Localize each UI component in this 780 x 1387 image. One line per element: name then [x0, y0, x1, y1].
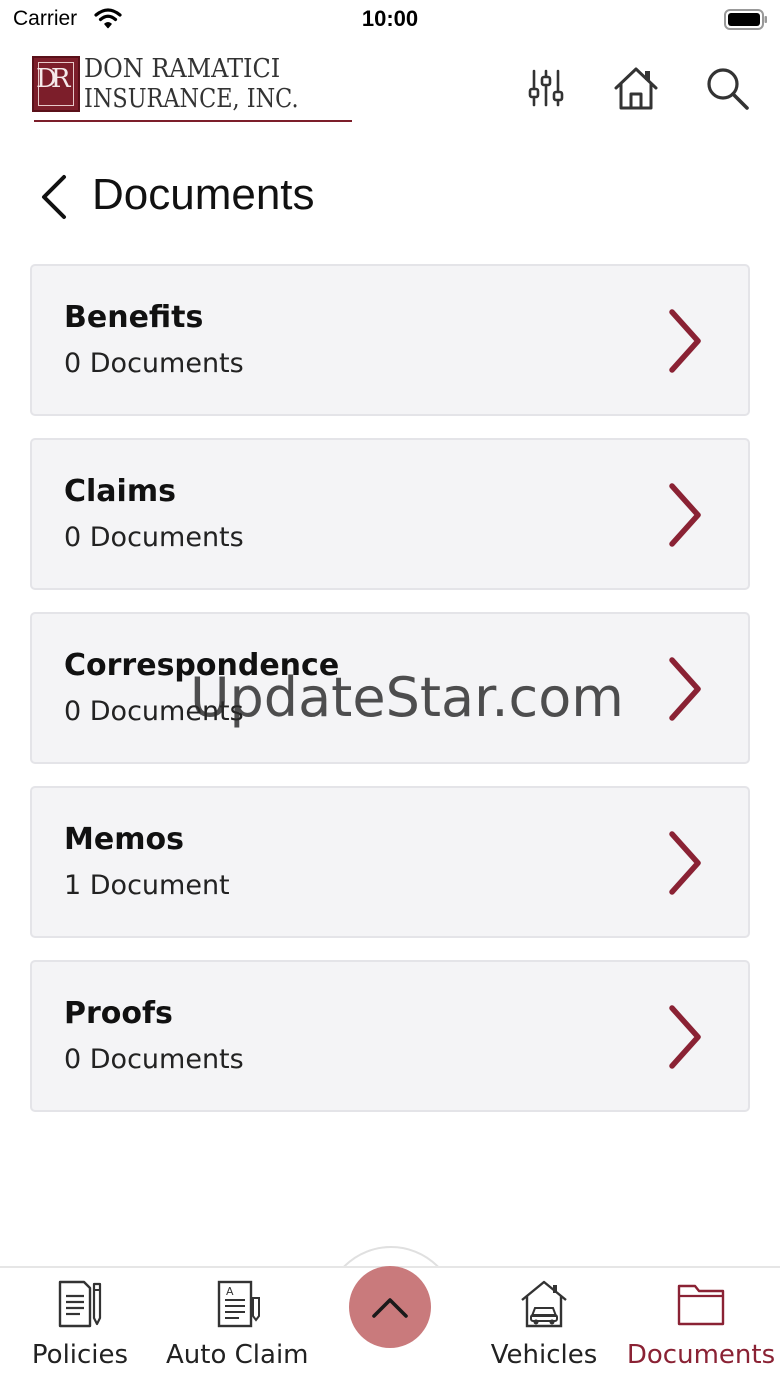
- app-header: DR DON RAMATICI INSURANCE, INC.: [0, 44, 780, 134]
- expand-menu-button[interactable]: [349, 1266, 431, 1348]
- home-button[interactable]: [612, 64, 660, 112]
- tab-label: Policies: [31, 1340, 129, 1370]
- chevron-right-icon: [669, 1005, 701, 1069]
- category-name: Memos: [64, 822, 184, 857]
- chevron-right-icon: [669, 483, 701, 547]
- tab-policies[interactable]: Policies: [24, 1278, 136, 1386]
- filter-button[interactable]: [522, 64, 570, 112]
- document-category-memos[interactable]: Memos 1 Document: [30, 786, 750, 938]
- category-name: Benefits: [64, 300, 204, 335]
- sliders-icon: [528, 69, 564, 107]
- tab-label: Documents: [626, 1340, 776, 1370]
- logo-monogram-box: DR: [32, 56, 80, 112]
- category-name: Proofs: [64, 996, 173, 1031]
- watermark-text: UpdateStar.com: [190, 666, 624, 729]
- tab-label: Auto Claim: [166, 1340, 309, 1370]
- policy-document-icon: [58, 1280, 102, 1328]
- tab-documents[interactable]: Documents: [626, 1278, 776, 1386]
- chevron-right-icon: [669, 309, 701, 373]
- company-logo[interactable]: DR DON RAMATICI INSURANCE, INC.: [32, 54, 372, 126]
- tab-auto-claim[interactable]: A Auto Claim: [166, 1278, 309, 1386]
- document-category-benefits[interactable]: Benefits 0 Documents: [30, 264, 750, 416]
- status-bar: Carrier 10:00: [0, 0, 780, 40]
- battery-icon: [724, 9, 767, 30]
- category-count: 0 Documents: [64, 1044, 244, 1075]
- chevron-right-icon: [669, 657, 701, 721]
- document-category-proofs[interactable]: Proofs 0 Documents: [30, 960, 750, 1112]
- tab-label: Vehicles: [490, 1340, 598, 1370]
- clock: 10:00: [361, 6, 419, 31]
- logo-underline: [34, 120, 352, 122]
- logo-name-line2: INSURANCE, INC.: [84, 84, 299, 114]
- chevron-right-icon: [669, 831, 701, 895]
- search-button[interactable]: [703, 64, 751, 112]
- page-title: Documents: [92, 170, 315, 219]
- claim-form-icon: A: [217, 1280, 260, 1328]
- document-category-claims[interactable]: Claims 0 Documents: [30, 438, 750, 590]
- title-row: Documents: [0, 160, 780, 236]
- tab-vehicles[interactable]: Vehicles: [488, 1278, 600, 1386]
- category-count: 0 Documents: [64, 348, 244, 379]
- category-count: 0 Documents: [64, 522, 244, 553]
- home-icon: [614, 67, 658, 110]
- folder-icon: [677, 1284, 725, 1326]
- category-name: Claims: [64, 474, 176, 509]
- category-count: 1 Document: [64, 870, 230, 901]
- chevron-left-icon: [42, 175, 66, 219]
- chevron-up-icon: [372, 1298, 408, 1318]
- back-button[interactable]: [34, 172, 74, 222]
- logo-monogram: DR: [36, 64, 71, 94]
- logo-name-line1: DON RAMATICI: [84, 54, 281, 84]
- garage-car-icon: [521, 1280, 567, 1328]
- search-icon: [707, 68, 749, 110]
- svg-text:A: A: [226, 1285, 234, 1298]
